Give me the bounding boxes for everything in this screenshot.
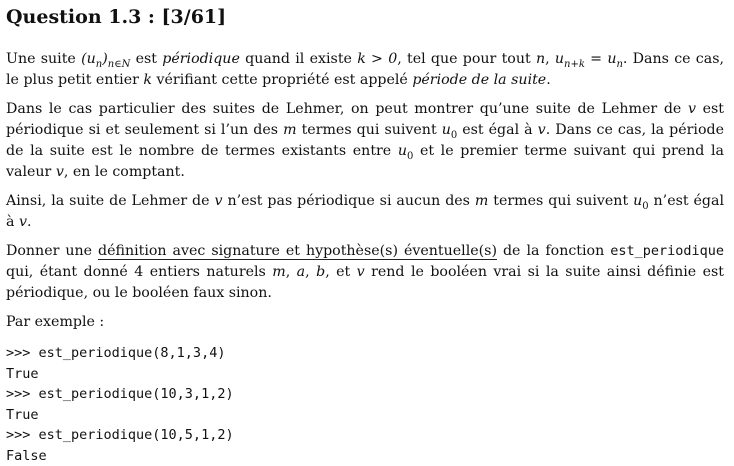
- math-a: a: [297, 264, 305, 280]
- text: , et: [325, 264, 356, 280]
- function-name: est_periodique: [610, 243, 724, 259]
- math-m: m: [283, 122, 296, 138]
- text: termes qui suivent: [488, 193, 633, 209]
- text: , en le comptant.: [64, 164, 185, 180]
- text: qui, étant donné 4 entiers naturels: [6, 264, 272, 280]
- code-line: >>> est_periodique(10,5,1,2): [6, 425, 724, 446]
- math-text: (u: [81, 51, 96, 67]
- text: quand il existe: [240, 51, 357, 67]
- math-v: v: [688, 101, 696, 117]
- code-examples: >>> est_periodique(8,1,3,4)True>>> est_p…: [6, 343, 724, 466]
- math-v: v: [19, 214, 27, 230]
- text: ,: [286, 264, 297, 280]
- text: Donner une: [6, 243, 98, 259]
- text: .: [27, 214, 32, 230]
- paragraph-lehmer: Dans le cas particulier des suites de Le…: [6, 99, 724, 183]
- code-line: True: [6, 405, 724, 426]
- text: de la fonction: [497, 243, 610, 259]
- text: Ainsi, la suite de Lehmer de: [6, 193, 214, 209]
- math-m: m: [475, 193, 488, 209]
- term-periode: période de la suite: [412, 72, 546, 88]
- code-line: >>> est_periodique(10,3,1,2): [6, 384, 724, 405]
- code-line: True: [6, 364, 724, 385]
- question-title: Question 1.3 : [3/61]: [6, 5, 724, 29]
- paragraph-task: Donner une définition avec signature et …: [6, 241, 724, 304]
- paragraph-non-periodic: Ainsi, la suite de Lehmer de v n’est pas…: [6, 191, 724, 233]
- text: termes qui suivent: [297, 122, 442, 138]
- math-v: v: [56, 164, 64, 180]
- paragraph-definition: Une suite (un)n∈N est périodique quand i…: [6, 49, 724, 91]
- math-u: u: [442, 122, 451, 138]
- math-sub: n+k: [564, 59, 585, 70]
- code-line: False: [6, 446, 724, 466]
- text: Une suite: [6, 51, 81, 67]
- text: est égal à: [457, 122, 537, 138]
- text: ,: [305, 264, 316, 280]
- math-v: v: [214, 193, 222, 209]
- example-label: Par exemple :: [6, 312, 724, 333]
- text: .: [546, 72, 551, 88]
- math-m: m: [272, 264, 285, 280]
- math-cond: k > 0: [357, 51, 397, 67]
- text: Dans le cas particulier des suites de Le…: [6, 101, 688, 117]
- code-line: >>> est_periodique(8,1,3,4): [6, 343, 724, 364]
- math-text: u: [555, 51, 564, 67]
- text: vérifiant cette propriété est appelé: [152, 72, 412, 88]
- math-u: u: [398, 143, 407, 159]
- math-sub: n∈N: [108, 59, 131, 70]
- math-text: =: [585, 51, 607, 67]
- math-b: b: [316, 264, 325, 280]
- math-v: v: [357, 264, 365, 280]
- text: est: [130, 51, 162, 67]
- text: ,: [545, 51, 555, 67]
- math-equation: un+k = un: [555, 51, 623, 67]
- math-u: u: [633, 193, 642, 209]
- math-n: n: [536, 51, 545, 67]
- underlined-requirement: définition avec signature et hypothèse(s…: [98, 243, 497, 260]
- question-page: Question 1.3 : [3/61] Une suite (un)n∈N …: [0, 0, 734, 462]
- math-k: k: [143, 72, 152, 88]
- math-sequence: (un)n∈N: [81, 51, 130, 67]
- text: , tel que pour tout: [397, 51, 536, 67]
- term-periodique: périodique: [162, 51, 240, 67]
- math-v: v: [538, 122, 546, 138]
- text: n’est pas périodique si aucun des: [223, 193, 475, 209]
